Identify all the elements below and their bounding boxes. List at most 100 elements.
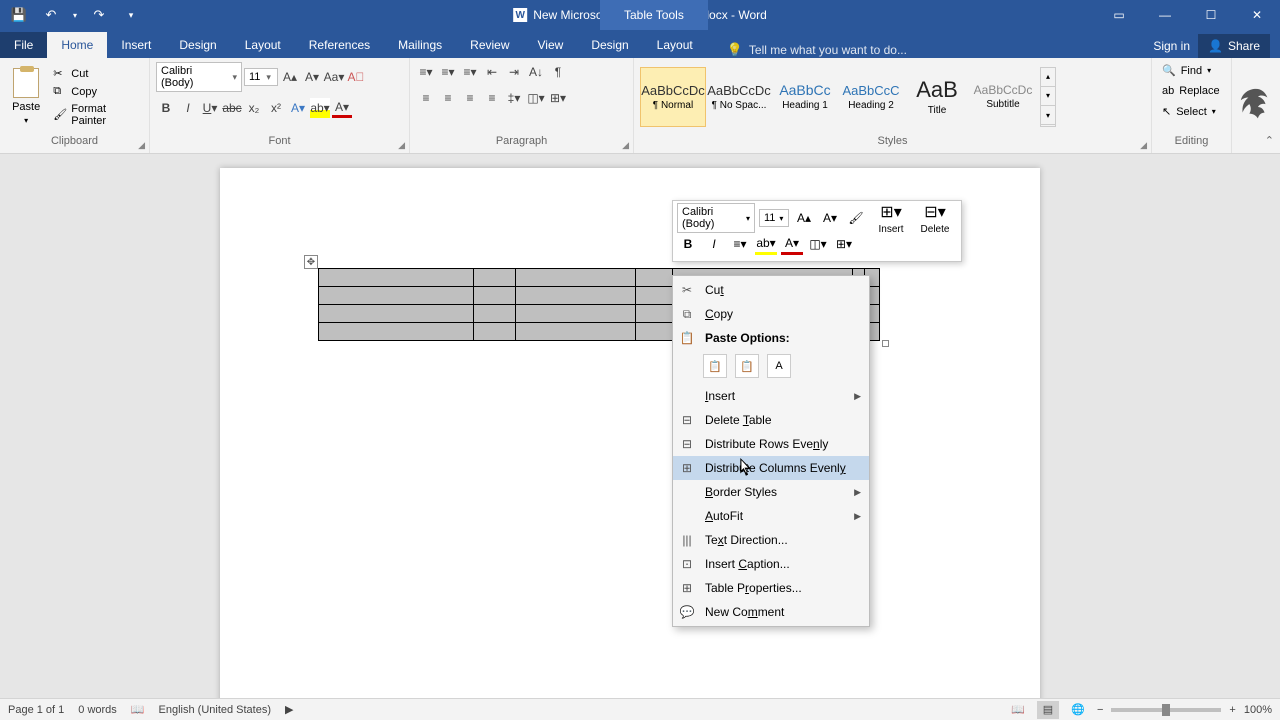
underline-button[interactable]: U▾ bbox=[200, 98, 220, 118]
align-center-icon[interactable]: ≡ bbox=[438, 88, 458, 108]
italic-button[interactable]: I bbox=[178, 98, 198, 118]
read-mode-icon[interactable]: 📖 bbox=[1007, 701, 1029, 719]
ctx-autofit[interactable]: AutoFit▶ bbox=[673, 504, 869, 528]
scroll-down-icon[interactable]: ▾ bbox=[1041, 87, 1055, 106]
ctx-border-styles[interactable]: Border Styles▶ bbox=[673, 480, 869, 504]
scroll-up-icon[interactable]: ▴ bbox=[1041, 68, 1055, 87]
qat-customize-icon[interactable]: ▾ bbox=[118, 3, 144, 27]
tab-review[interactable]: Review bbox=[456, 32, 523, 58]
table-resize-handle[interactable] bbox=[882, 340, 889, 347]
share-button[interactable]: 👤 Share bbox=[1198, 34, 1270, 58]
format-painter-button[interactable]: 🖌Format Painter bbox=[50, 102, 143, 128]
text-effects-icon[interactable]: A▾ bbox=[288, 98, 308, 118]
tab-home[interactable]: Home bbox=[47, 32, 107, 58]
mini-shrink-font-icon[interactable]: A▾ bbox=[819, 207, 841, 229]
shading-icon[interactable]: ◫▾ bbox=[526, 88, 546, 108]
mini-delete-button[interactable]: ⊟▾Delete bbox=[915, 202, 955, 235]
styles-more-icon[interactable]: ▾ bbox=[1041, 106, 1055, 125]
ctx-distribute-columns[interactable]: ⊞Distribute Columns Evenly bbox=[673, 456, 869, 480]
language-indicator[interactable]: English (United States) bbox=[159, 704, 272, 716]
font-name-combo[interactable]: Calibri (Body)▾ bbox=[156, 62, 242, 92]
tab-table-layout[interactable]: Layout bbox=[643, 32, 707, 58]
sort-icon[interactable]: A↓ bbox=[526, 62, 546, 82]
web-layout-icon[interactable]: 🌐 bbox=[1067, 701, 1089, 719]
show-hide-icon[interactable]: ¶ bbox=[548, 62, 568, 82]
page-indicator[interactable]: Page 1 of 1 bbox=[8, 704, 64, 716]
ctx-insert-caption[interactable]: ⊡Insert Caption... bbox=[673, 552, 869, 576]
tab-references[interactable]: References bbox=[295, 32, 384, 58]
word-count[interactable]: 0 words bbox=[78, 704, 117, 716]
table-move-handle[interactable]: ✥ bbox=[304, 255, 318, 269]
grow-font-icon[interactable]: A▴ bbox=[280, 67, 300, 87]
cut-button[interactable]: ✂Cut bbox=[50, 66, 143, 82]
mini-bold-button[interactable]: B bbox=[677, 233, 699, 255]
dialog-launcher-icon[interactable]: ◢ bbox=[622, 140, 629, 151]
undo-icon[interactable]: ↶ bbox=[38, 3, 64, 27]
ctx-cut[interactable]: ✂Cut bbox=[673, 278, 869, 302]
paste-merge-icon[interactable]: 📋 bbox=[735, 354, 759, 378]
mini-italic-button[interactable]: I bbox=[703, 233, 725, 255]
style-item[interactable]: AaBbCcHeading 1 bbox=[772, 67, 838, 127]
copy-button[interactable]: ⧉Copy bbox=[50, 84, 143, 100]
sign-in-link[interactable]: Sign in bbox=[1153, 39, 1190, 53]
numbering-icon[interactable]: ≡▾ bbox=[438, 62, 458, 82]
font-size-combo[interactable]: 11▾ bbox=[244, 68, 278, 86]
mini-highlight-icon[interactable]: ab▾ bbox=[755, 233, 777, 255]
mini-format-painter-icon[interactable]: 🖌 bbox=[845, 207, 867, 229]
zoom-out-button[interactable]: − bbox=[1097, 704, 1103, 716]
replace-button[interactable]: abReplace bbox=[1158, 83, 1224, 99]
borders-icon[interactable]: ⊞▾ bbox=[548, 88, 568, 108]
save-icon[interactable]: 💾 bbox=[6, 3, 32, 27]
minimize-icon[interactable]: — bbox=[1142, 0, 1188, 30]
mini-insert-button[interactable]: ⊞▾Insert bbox=[871, 202, 911, 235]
zoom-level[interactable]: 100% bbox=[1244, 704, 1272, 716]
styles-scroll[interactable]: ▴ ▾ ▾ bbox=[1040, 67, 1056, 127]
paste-text-only-icon[interactable]: A bbox=[767, 354, 791, 378]
superscript-button[interactable]: x² bbox=[266, 98, 286, 118]
mini-grow-font-icon[interactable]: A▴ bbox=[793, 207, 815, 229]
tab-table-design[interactable]: Design bbox=[577, 32, 642, 58]
clear-formatting-icon[interactable]: A⃠ bbox=[346, 67, 366, 87]
tab-view[interactable]: View bbox=[524, 32, 578, 58]
tab-file[interactable]: File bbox=[0, 32, 47, 58]
align-right-icon[interactable]: ≡ bbox=[460, 88, 480, 108]
ctx-delete-table[interactable]: ⊟Delete Table bbox=[673, 408, 869, 432]
style-item[interactable]: AaBbCcDcSubtitle bbox=[970, 67, 1036, 127]
ctx-new-comment[interactable]: 💬New Comment bbox=[673, 600, 869, 624]
style-item[interactable]: AaBbCcDc¶ Normal bbox=[640, 67, 706, 127]
spell-check-icon[interactable]: 📖 bbox=[131, 703, 145, 716]
ribbon-display-options-icon[interactable]: ▭ bbox=[1096, 0, 1142, 30]
style-item[interactable]: AaBbCcCHeading 2 bbox=[838, 67, 904, 127]
select-button[interactable]: ↖Select▾ bbox=[1158, 103, 1220, 120]
macro-icon[interactable]: ▶ bbox=[285, 703, 293, 716]
styles-gallery[interactable]: AaBbCcDc¶ NormalAaBbCcDc¶ No Spac...AaBb… bbox=[640, 63, 1036, 131]
tab-design[interactable]: Design bbox=[165, 32, 230, 58]
mini-font-color-icon[interactable]: A▾ bbox=[781, 233, 803, 255]
increase-indent-icon[interactable]: ⇥ bbox=[504, 62, 524, 82]
maximize-icon[interactable]: ☐ bbox=[1188, 0, 1234, 30]
mini-borders-icon[interactable]: ⊞▾ bbox=[833, 233, 855, 255]
dialog-launcher-icon[interactable]: ◢ bbox=[138, 140, 145, 151]
font-color-icon[interactable]: A▾ bbox=[332, 98, 352, 118]
mini-align-icon[interactable]: ≡▾ bbox=[729, 233, 751, 255]
style-item[interactable]: AaBTitle bbox=[904, 67, 970, 127]
line-spacing-icon[interactable]: ‡▾ bbox=[504, 88, 524, 108]
mini-size-combo[interactable]: 11▾ bbox=[759, 209, 789, 227]
paste-button[interactable]: Paste ▾ bbox=[6, 63, 46, 131]
tab-insert[interactable]: Insert bbox=[107, 32, 165, 58]
shrink-font-icon[interactable]: A▾ bbox=[302, 67, 322, 87]
ctx-distribute-rows[interactable]: ⊟Distribute Rows Evenly bbox=[673, 432, 869, 456]
align-left-icon[interactable]: ≡ bbox=[416, 88, 436, 108]
document-area[interactable] bbox=[0, 154, 1280, 698]
redo-icon[interactable]: ↷ bbox=[86, 3, 112, 27]
tab-layout[interactable]: Layout bbox=[231, 32, 295, 58]
tell-me-search[interactable]: 💡 Tell me what you want to do... bbox=[707, 42, 1154, 58]
ctx-table-properties[interactable]: ⊞Table Properties... bbox=[673, 576, 869, 600]
zoom-in-button[interactable]: + bbox=[1229, 704, 1235, 716]
close-icon[interactable]: ✕ bbox=[1234, 0, 1280, 30]
print-layout-icon[interactable]: ▤ bbox=[1037, 701, 1059, 719]
mini-font-combo[interactable]: Calibri (Body)▾ bbox=[677, 203, 755, 233]
justify-icon[interactable]: ≡ bbox=[482, 88, 502, 108]
style-item[interactable]: AaBbCcDc¶ No Spac... bbox=[706, 67, 772, 127]
ctx-text-direction[interactable]: |||Text Direction... bbox=[673, 528, 869, 552]
